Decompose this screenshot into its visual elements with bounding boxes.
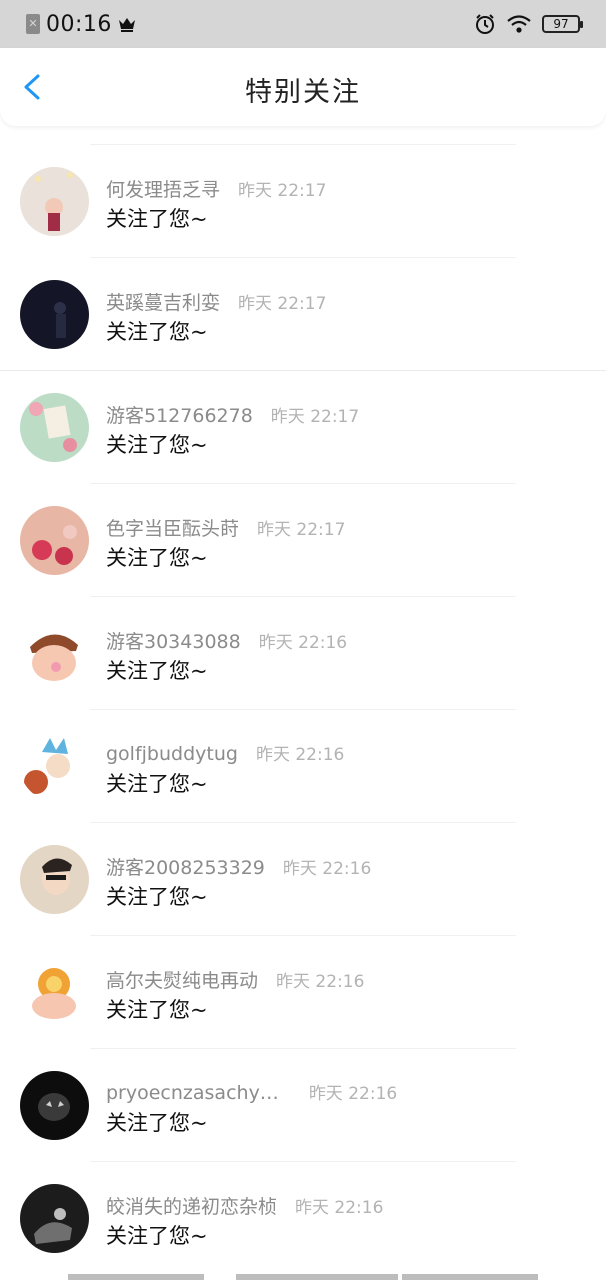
list-item[interactable]: 高尔夫熨纯电再动 昨天 22:16 关注了您~ (0, 936, 606, 1048)
list-item[interactable]: 游客30343088 昨天 22:16 关注了您~ (0, 597, 606, 709)
timestamp: 昨天 22:16 (258, 633, 348, 653)
notification-text: 关注了您~ (106, 998, 208, 1022)
username: 皎消失的递初恋杂桢 (106, 1196, 278, 1218)
notification-text: 关注了您~ (106, 659, 208, 683)
wifi-icon (507, 15, 531, 33)
timestamp: 昨天 22:17 (270, 407, 360, 427)
notification-text: 关注了您~ (106, 1224, 208, 1248)
status-left: ✕ 00:16 (26, 12, 136, 37)
username: 游客512766278 (106, 405, 253, 427)
crown-icon (118, 18, 135, 32)
username: 英蹊蔓吉利娈 (106, 292, 221, 314)
list-item[interactable]: 何发理捂乏寻 昨天 22:17 关注了您~ (0, 145, 606, 257)
notification-text: 关注了您~ (106, 320, 208, 344)
timestamp: 昨天 22:16 (295, 1198, 384, 1218)
list-item[interactable]: pryoecnzasachy… 昨天 22:16 关注了您~ (0, 1049, 606, 1161)
scroll-hint-bar (402, 1274, 538, 1280)
avatar[interactable] (20, 1071, 89, 1140)
notification-text: 关注了您~ (106, 772, 208, 796)
no-sim-icon: ✕ (26, 14, 40, 34)
timestamp: 昨天 22:16 (276, 972, 365, 992)
timestamp: 昨天 22:17 (238, 294, 327, 314)
avatar[interactable] (20, 506, 89, 575)
scroll-hint-bar (236, 1274, 398, 1280)
avatar[interactable] (20, 1184, 89, 1253)
notification-text: 关注了您~ (106, 433, 208, 457)
username: golfjbuddytug (106, 743, 238, 765)
username: 色字当臣酝头莳 (106, 518, 240, 540)
timestamp: 昨天 22:16 (255, 745, 345, 765)
avatar[interactable] (20, 845, 89, 914)
navigation-bar: 特别关注 (0, 48, 606, 126)
page-title: 特别关注 (245, 77, 361, 108)
username: pryoecnzasachy… (106, 1082, 279, 1104)
battery-indicator: 97 (542, 15, 583, 33)
avatar[interactable] (20, 280, 89, 349)
timestamp: 昨天 22:17 (238, 181, 327, 201)
list-item[interactable]: 英蹊蔓吉利娈 昨天 22:17 关注了您~ (0, 258, 606, 370)
notification-text: 关注了您~ (106, 1111, 208, 1135)
timestamp: 昨天 22:17 (257, 520, 346, 540)
avatar[interactable] (20, 619, 89, 688)
username: 何发理捂乏寻 (106, 179, 221, 201)
status-time: 00:16 (46, 11, 112, 37)
avatar[interactable] (20, 958, 89, 1027)
list-item[interactable]: 游客2008253329 昨天 22:16 关注了您~ (0, 823, 606, 935)
avatar[interactable] (20, 393, 89, 462)
timestamp: 昨天 22:16 (308, 1084, 398, 1104)
notification-text: 关注了您~ (106, 885, 208, 909)
notification-text: 关注了您~ (106, 546, 208, 570)
username: 高尔夫熨纯电再动 (106, 970, 259, 992)
avatar[interactable] (20, 167, 89, 236)
status-bar: ✕ 00:16 97 (0, 0, 606, 48)
status-right: 97 (474, 0, 583, 48)
list-item[interactable]: 色字当臣酝头莳 昨天 22:17 关注了您~ (0, 484, 606, 596)
avatar[interactable] (20, 732, 89, 801)
follow-notification-list: 何发理捂乏寻 昨天 22:17 关注了您~ 英蹊蔓吉利娈 昨天 22:17 关注… (0, 144, 606, 1274)
notification-text: 关注了您~ (106, 207, 208, 231)
list-item[interactable]: golfjbuddytug 昨天 22:16 关注了您~ (0, 710, 606, 822)
username: 游客2008253329 (106, 857, 265, 879)
username: 游客30343088 (106, 631, 241, 653)
list-item[interactable]: 游客512766278 昨天 22:17 关注了您~ (0, 371, 606, 483)
timestamp: 昨天 22:16 (282, 859, 372, 879)
alarm-icon (476, 14, 494, 34)
list-item[interactable]: 皎消失的递初恋杂桢 昨天 22:16 关注了您~ (0, 1162, 606, 1274)
scroll-hint-bar (68, 1274, 204, 1280)
